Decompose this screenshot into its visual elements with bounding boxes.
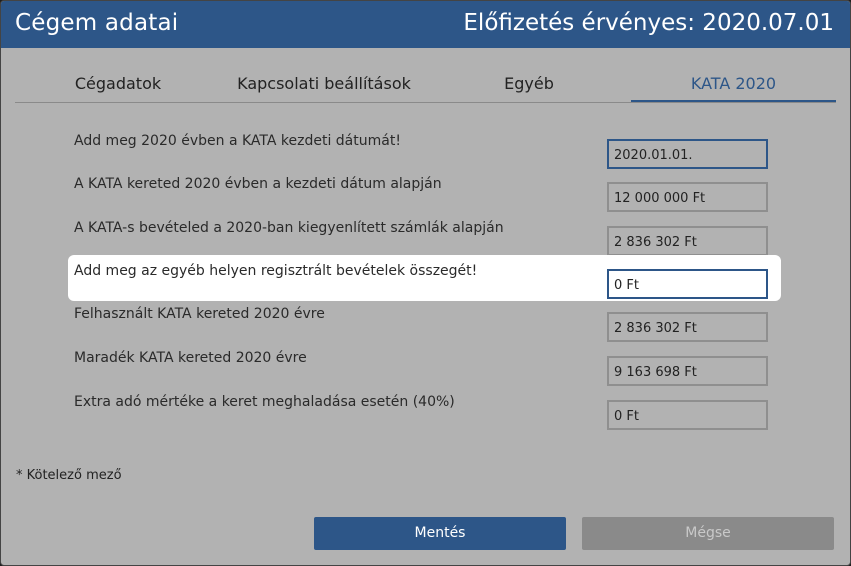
form-row-extra-tax: Extra adó mértéke a keret meghaladása es… (1, 394, 850, 438)
required-field-note: * Kötelező mező (16, 468, 122, 483)
tab-other[interactable]: Egyéb (427, 69, 631, 100)
form-row-remaining-limit: Maradék KATA kereted 2020 évre 9 163 698… (1, 350, 850, 394)
subscription-status: Előfizetés érvényes: 2020.07.01 (463, 10, 834, 36)
form-row-used-limit: Felhasznált KATA kereted 2020 évre 2 836… (1, 306, 850, 350)
dialog-title: Cégem adatai (15, 10, 179, 36)
cancel-button[interactable]: Mégse (582, 517, 834, 550)
save-button[interactable]: Mentés (314, 517, 566, 550)
remaining-limit-value: 9 163 698 Ft (607, 356, 768, 386)
extra-tax-label: Extra adó mértéke a keret meghaladása es… (74, 394, 455, 410)
extra-tax-value: 0 Ft (607, 400, 768, 430)
tab-contact-settings[interactable]: Kapcsolati beállítások (221, 69, 427, 100)
kata-start-date-label: Add meg 2020 évben a KATA kezdeti dátumá… (74, 133, 401, 149)
form-row-other-revenue: Add meg az egyéb helyen regisztrált bevé… (1, 255, 850, 307)
used-limit-label: Felhasznált KATA kereted 2020 évre (74, 306, 325, 322)
kata-revenue-label: A KATA-s bevételed a 2020-ban kiegyenlít… (74, 220, 504, 236)
other-revenue-input[interactable]: 0 Ft (607, 269, 768, 299)
kata-revenue-value: 2 836 302 Ft (607, 226, 768, 256)
tab-company-data[interactable]: Cégadatok (15, 69, 221, 100)
dialog-header: Cégem adatai Előfizetés érvényes: 2020.0… (1, 1, 850, 48)
kata-limit-label: A KATA kereted 2020 évben a kezdeti dátu… (74, 176, 442, 192)
form-row-kata-limit: A KATA kereted 2020 évben a kezdeti dátu… (1, 176, 850, 220)
remaining-limit-label: Maradék KATA kereted 2020 évre (74, 350, 307, 366)
company-data-dialog: Cégem adatai Előfizetés érvényes: 2020.0… (0, 0, 851, 566)
form-row-kata-start-date: Add meg 2020 évben a KATA kezdeti dátumá… (1, 133, 850, 177)
tab-kata-2020[interactable]: KATA 2020 (631, 69, 836, 102)
tab-bar: Cégadatok Kapcsolati beállítások Egyéb K… (15, 69, 836, 103)
used-limit-value: 2 836 302 Ft (607, 312, 768, 342)
kata-limit-value: 12 000 000 Ft (607, 182, 768, 212)
kata-start-date-input[interactable]: 2020.01.01. (607, 139, 768, 169)
other-revenue-label: Add meg az egyéb helyen regisztrált bevé… (74, 263, 478, 279)
